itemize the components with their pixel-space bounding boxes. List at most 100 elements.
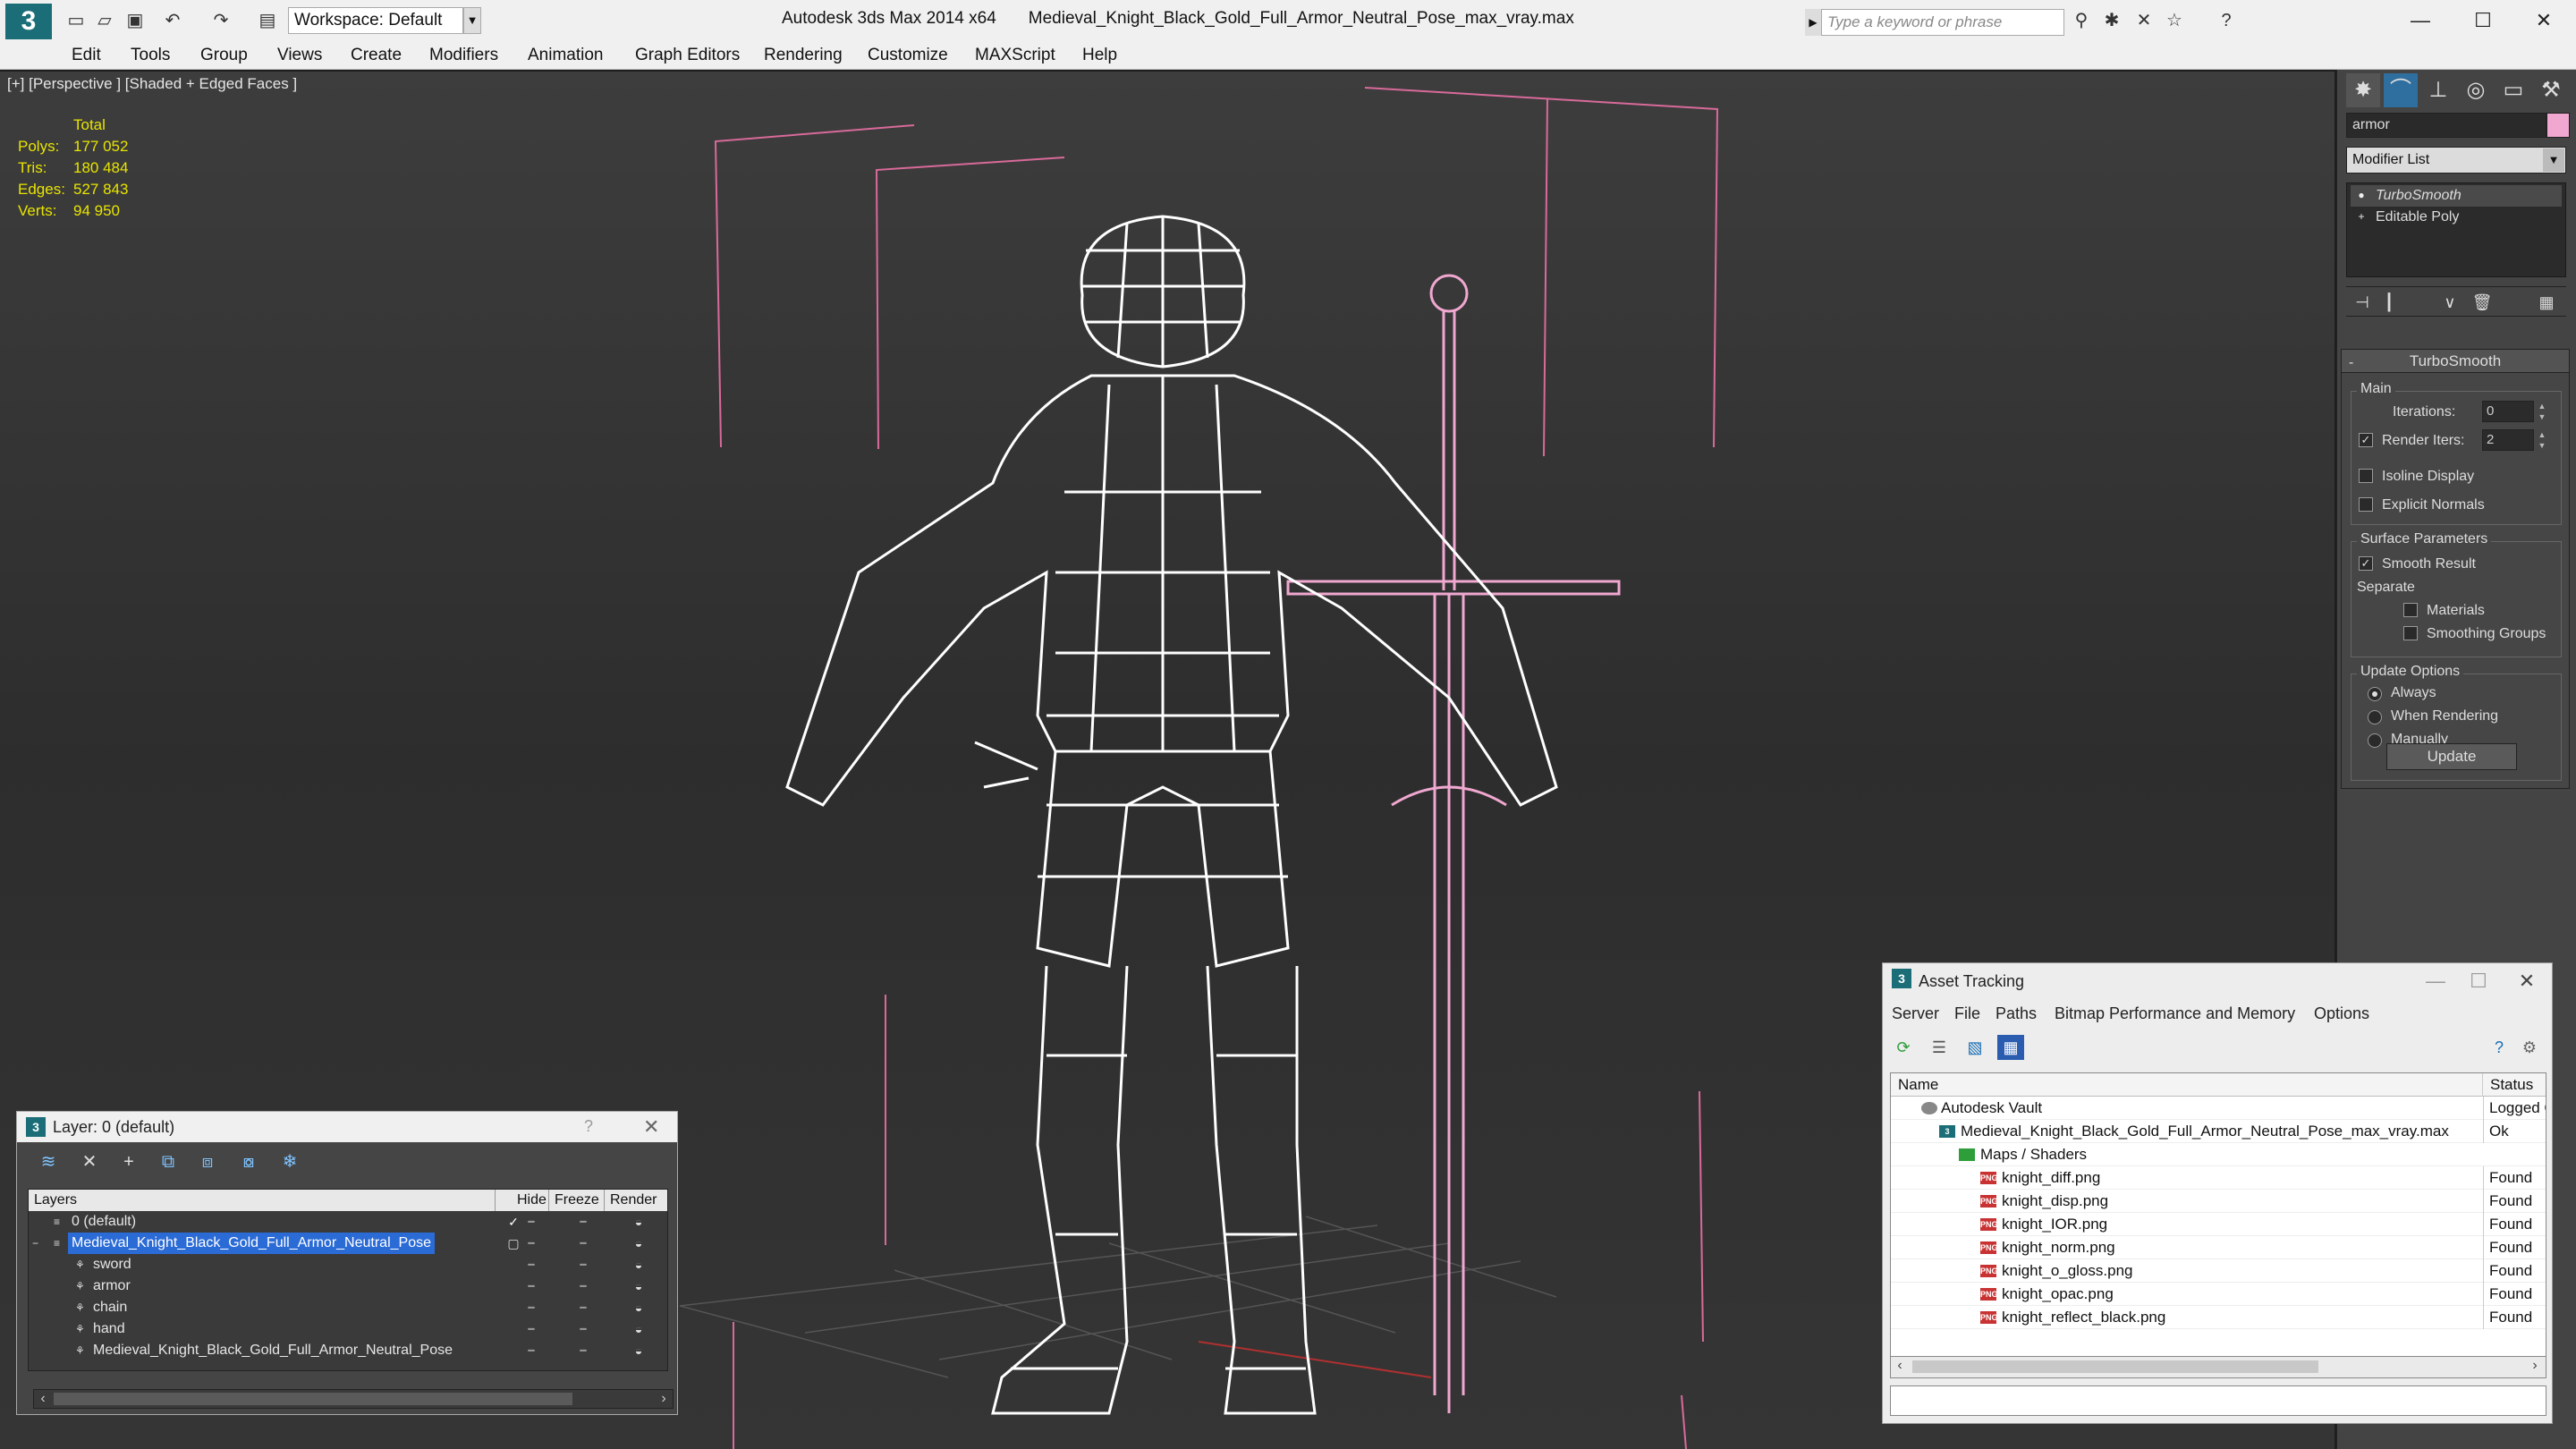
create-layer-icon[interactable]: ≋ [33, 1149, 64, 1174]
menu-views[interactable]: Views [277, 46, 322, 65]
stack-item-turbosmooth[interactable]: ● TurboSmooth [2351, 185, 2562, 207]
menu-paths[interactable]: Paths [1996, 1004, 2037, 1023]
current-layer-box-icon[interactable]: ▢ [504, 1233, 522, 1254]
scrollbar-thumb[interactable] [1912, 1360, 2318, 1373]
open-file-icon[interactable]: ▱ [93, 9, 116, 32]
asset-row[interactable]: PNG knight_IOR.png Found [1891, 1213, 2546, 1236]
manually-radio[interactable] [2368, 733, 2382, 748]
utilities-tab-icon[interactable]: ⚒ [2534, 73, 2568, 107]
explicit-normals-checkbox[interactable] [2359, 497, 2373, 512]
layer-row[interactable]: − ≡ Medieval_Knight_Black_Gold_Full_Armo… [29, 1233, 667, 1254]
scrollbar-thumb[interactable] [54, 1393, 572, 1405]
freeze-all-layers-icon[interactable]: ❄ [275, 1149, 305, 1174]
layer-dialog-titlebar[interactable]: 3 Layer: 0 (default) ? ✕ [17, 1112, 677, 1142]
render-teapot-icon[interactable]: ◒ [630, 1254, 648, 1275]
asset-row[interactable]: PNG knight_diff.png Found [1891, 1166, 2546, 1190]
select-objects-icon[interactable]: ⧉ [153, 1149, 183, 1174]
freeze-toggle[interactable]: ━ [572, 1275, 594, 1297]
layer-row[interactable]: ≡ 0 (default) ✓ ━ ━ ◒ [29, 1211, 667, 1233]
delete-layer-icon[interactable]: ✕ [74, 1149, 105, 1174]
chevron-right-icon[interactable]: › [2526, 1357, 2544, 1375]
render-teapot-icon[interactable]: ◒ [630, 1318, 648, 1340]
update-button[interactable]: Update [2386, 743, 2517, 770]
freeze-toggle[interactable]: ━ [572, 1233, 594, 1254]
layer-row[interactable]: ⚘ armor ━ ━ ◒ [29, 1275, 667, 1297]
create-tab-icon[interactable]: ✸ [2346, 73, 2380, 107]
minimize-icon[interactable]: — [2418, 969, 2453, 994]
menu-group[interactable]: Group [200, 46, 248, 65]
freeze-toggle[interactable]: ━ [572, 1211, 594, 1233]
column-layers[interactable]: Layers [29, 1190, 496, 1211]
freeze-toggle[interactable]: ━ [572, 1254, 594, 1275]
asset-row[interactable]: PNG knight_o_gloss.png Found [1891, 1259, 2546, 1283]
asset-row[interactable]: PNG knight_opac.png Found [1891, 1283, 2546, 1306]
asset-row[interactable]: PNG knight_norm.png Found [1891, 1236, 2546, 1259]
chevron-down-icon[interactable]: ▼ [463, 7, 481, 34]
object-color-swatch[interactable] [2546, 113, 2570, 138]
smooth-result-checkbox[interactable]: ✓ [2359, 556, 2373, 571]
column-freeze[interactable]: Freeze [549, 1190, 605, 1211]
freeze-toggle[interactable]: ━ [572, 1340, 594, 1361]
motion-tab-icon[interactable]: ◎ [2459, 73, 2493, 107]
refresh-icon[interactable]: ⟳ [1890, 1035, 1917, 1060]
menu-rendering[interactable]: Rendering [764, 46, 843, 65]
iterations-spinner[interactable]: 0 [2482, 401, 2534, 422]
redo-icon[interactable]: ↷ [209, 9, 233, 32]
layer-row[interactable]: ⚘ chain ━ ━ ◒ [29, 1297, 667, 1318]
chevron-down-icon[interactable]: ▼ [2543, 148, 2564, 172]
menu-help[interactable]: Help [1082, 46, 1117, 65]
object-name-input[interactable]: armor [2346, 113, 2546, 138]
column-render[interactable]: Render [605, 1190, 667, 1211]
viewport-label[interactable]: [+] [Perspective ] [Shaded + Edged Faces… [7, 75, 297, 93]
asset-row[interactable]: PNG knight_reflect_black.png Found [1891, 1306, 2546, 1329]
horizontal-scrollbar[interactable]: ‹ › [33, 1389, 674, 1409]
menu-options[interactable]: Options [2314, 1004, 2369, 1023]
new-file-icon[interactable]: ▭ [64, 9, 88, 32]
display-tab-icon[interactable]: ▭ [2496, 73, 2530, 107]
help-icon[interactable]: ? [2486, 1035, 2512, 1060]
settings-icon[interactable]: ⚙ [2516, 1035, 2543, 1060]
chevron-right-icon[interactable]: › [655, 1390, 673, 1408]
pin-stack-icon[interactable]: ⊣ [2350, 291, 2375, 314]
render-iters-checkbox[interactable]: ✓ [2359, 433, 2373, 447]
search-input[interactable]: Type a keyword or phrase [1821, 9, 2064, 36]
hide-toggle[interactable]: ━ [521, 1275, 542, 1297]
layer-row[interactable]: ⚘ sword ━ ━ ◒ [29, 1254, 667, 1275]
add-to-layer-icon[interactable]: + [114, 1149, 144, 1174]
list-view-icon[interactable]: ☰ [1926, 1035, 1953, 1060]
highlight-selected-icon[interactable]: ⧈ [192, 1149, 223, 1174]
minimize-icon[interactable]: — [2394, 4, 2447, 38]
help-icon[interactable]: ? [2215, 9, 2238, 32]
collapse-icon[interactable]: − [32, 1238, 43, 1249]
subscription-icon[interactable]: ✱ [2100, 9, 2123, 32]
save-file-icon[interactable]: ▣ [123, 9, 147, 32]
menu-file[interactable]: File [1954, 1004, 1980, 1023]
menu-edit[interactable]: Edit [72, 46, 101, 65]
render-teapot-icon[interactable]: ◒ [630, 1340, 648, 1361]
binoculars-icon[interactable]: ⚲ [2070, 9, 2093, 32]
rollout-title[interactable]: - TurboSmooth [2342, 350, 2569, 373]
hide-toggle[interactable]: ━ [521, 1254, 542, 1275]
modify-tab-icon[interactable]: ⌒ [2384, 73, 2418, 107]
app-logo-icon[interactable]: 3 [5, 4, 52, 39]
asset-row[interactable]: Autodesk Vault Logged Out [1891, 1097, 2546, 1120]
configure-sets-icon[interactable]: ▦ [2534, 291, 2559, 314]
when-rendering-radio[interactable] [2368, 710, 2382, 724]
asset-row[interactable]: PNG knight_disp.png Found [1891, 1190, 2546, 1213]
menu-bitmap-performance[interactable]: Bitmap Performance and Memory [2055, 1004, 2295, 1023]
favorites-icon[interactable]: ☆ [2163, 9, 2186, 32]
menu-modifiers[interactable]: Modifiers [429, 46, 498, 65]
workspace-selector[interactable]: Workspace: Default [288, 7, 463, 34]
menu-graph-editors[interactable]: Graph Editors [635, 46, 740, 65]
maximize-icon[interactable]: ☐ [2456, 4, 2510, 38]
close-icon[interactable]: ✕ [2517, 4, 2571, 38]
render-iters-spinner[interactable]: 2 [2482, 429, 2534, 451]
isoline-display-checkbox[interactable] [2359, 469, 2373, 483]
horizontal-scrollbar[interactable]: ‹ › [1890, 1357, 2546, 1378]
always-radio[interactable] [2368, 687, 2382, 701]
asset-row[interactable]: Maps / Shaders [1891, 1143, 2546, 1166]
menu-create[interactable]: Create [351, 46, 402, 65]
chevron-left-icon[interactable]: ‹ [34, 1390, 52, 1408]
freeze-toggle[interactable]: ━ [572, 1297, 594, 1318]
spinner-arrows-icon[interactable]: ▲ ▼ [2536, 401, 2548, 422]
